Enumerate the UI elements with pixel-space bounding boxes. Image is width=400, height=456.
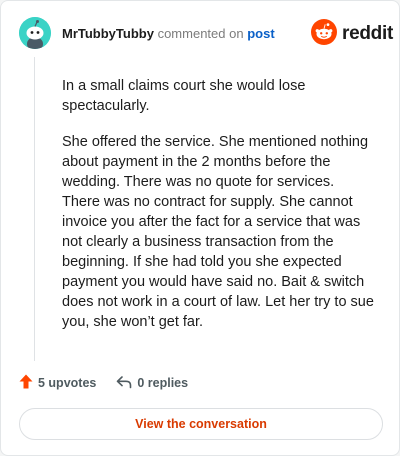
header-action-text: commented on <box>157 26 244 41</box>
reply-arrow-icon <box>116 375 132 392</box>
view-conversation-button[interactable]: View the conversation <box>19 408 383 440</box>
comment-body: In a small claims court she would lose s… <box>62 76 374 348</box>
post-link[interactable]: post <box>247 26 274 41</box>
reddit-snoo-icon <box>311 18 337 50</box>
reply-button[interactable]: 0 replies <box>116 375 188 392</box>
comment-actions: 5 upvotes 0 replies <box>19 374 188 392</box>
upvote-count: 5 upvotes <box>38 376 97 390</box>
reddit-wordmark: reddit <box>342 23 393 44</box>
upvote-arrow-icon <box>19 374 33 392</box>
comment-paragraph: She offered the service. She mentioned n… <box>62 134 374 330</box>
upvote-button[interactable]: 5 upvotes <box>19 374 96 392</box>
reply-count: 0 replies <box>137 376 189 390</box>
comment-paragraph: In a small claims court she would lose s… <box>62 78 306 114</box>
comment-header: MrTubbyTubby commented on post <box>62 27 275 41</box>
snoo-avatar-icon[interactable] <box>19 17 51 49</box>
reddit-logo[interactable]: reddit <box>311 18 393 50</box>
embedded-comment-card: MrTubbyTubby commented on post reddit In… <box>0 0 400 456</box>
username-link[interactable]: MrTubbyTubby <box>62 26 154 41</box>
thread-line <box>34 57 35 361</box>
